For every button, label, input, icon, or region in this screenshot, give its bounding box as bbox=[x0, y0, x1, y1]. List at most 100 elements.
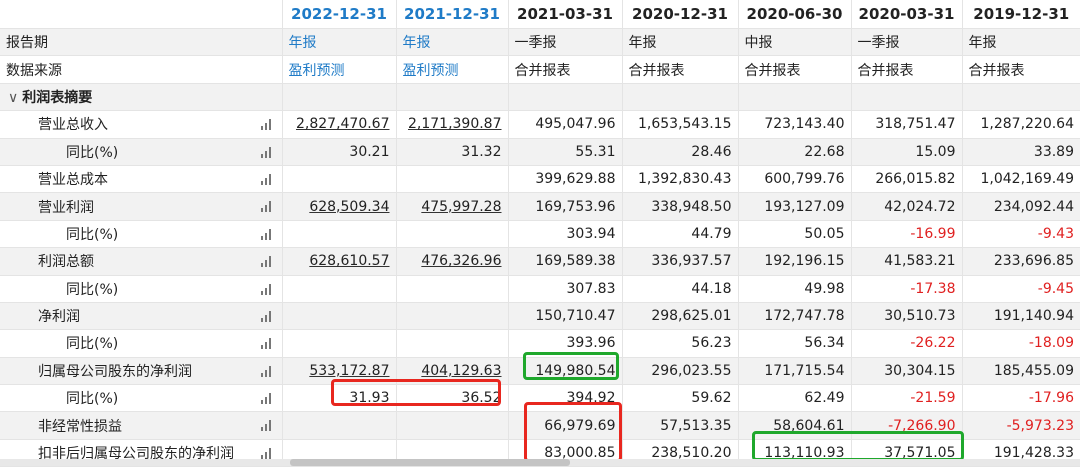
row-label-op_profit: 营业利润 bbox=[0, 192, 282, 221]
row-label-op_profit_yoy: 同比(%) bbox=[0, 220, 282, 249]
bar-chart-icon[interactable] bbox=[260, 201, 274, 213]
bar-chart-icon[interactable] bbox=[260, 447, 274, 459]
column-header-2020-06-30[interactable]: 2020-06-30 bbox=[737, 0, 851, 29]
row-report_period: 报告期 年报 年报 一季报 年报 中报 一季报 年报 bbox=[0, 28, 1080, 57]
cell-net_profit-2021-03-31: 150,710.47 bbox=[507, 302, 622, 331]
cell-net_profit-2022-12-31 bbox=[281, 302, 396, 331]
row-label-total_profit_yoy: 同比(%) bbox=[0, 275, 282, 303]
cell-net_profit-2020-06-30: 172,747.78 bbox=[737, 302, 851, 331]
cell-op_profit_yoy-2021-03-31: 303.94 bbox=[507, 220, 622, 249]
cell-total_cost-2021-12-31 bbox=[395, 165, 508, 194]
row-label-net_profit: 净利润 bbox=[0, 302, 282, 331]
bar-chart-icon[interactable] bbox=[260, 310, 274, 322]
row-label-text: 利润表摘要 bbox=[22, 89, 93, 106]
row-label-text: 同比(%) bbox=[66, 144, 119, 161]
cell-revenue_yoy-2020-12-31: 28.46 bbox=[621, 138, 738, 166]
cell-net_profit_yoy-2021-12-31 bbox=[395, 329, 508, 358]
cell-parent_np_yoy-2020-12-31: 59.62 bbox=[621, 384, 738, 413]
scrollbar-thumb[interactable] bbox=[290, 459, 570, 466]
cell-op_profit_yoy-2020-03-31: -16.99 bbox=[850, 220, 962, 249]
cell-total_profit_yoy-2020-12-31: 44.18 bbox=[621, 275, 738, 303]
row-total_profit: 利润总额 628,610.57 476,326.96 169,589.38 336,93… bbox=[0, 247, 1080, 276]
cell-total_profit_yoy-2020-03-31: -17.38 bbox=[850, 275, 962, 303]
row-label-text: 报告期 bbox=[6, 35, 48, 52]
column-header-2020-12-31[interactable]: 2020-12-31 bbox=[621, 0, 738, 29]
cell-total_profit-2021-03-31: 169,589.38 bbox=[507, 247, 622, 276]
cell-parent_np_yoy-2020-03-31: -21.59 bbox=[850, 384, 962, 413]
highlight-box-red-nonrecurring bbox=[524, 402, 622, 462]
cell-section-2021-12-31 bbox=[395, 83, 508, 112]
bar-chart-icon[interactable] bbox=[260, 393, 274, 405]
cell-total_cost-2021-03-31: 399,629.88 bbox=[507, 165, 622, 194]
cell-section-2020-06-30 bbox=[737, 83, 851, 112]
cell-revenue_yoy-2019-12-31: 33.89 bbox=[961, 138, 1080, 166]
row-label-parent_np_yoy: 同比(%) bbox=[0, 384, 282, 413]
row-label-non_recurring: 非经常性损益 bbox=[0, 411, 282, 440]
cell-section-2021-03-31 bbox=[507, 83, 622, 112]
bar-chart-icon[interactable] bbox=[260, 173, 274, 185]
row-total_cost: 营业总成本 399,629.88 1,392,830.43 600,799.76 266… bbox=[0, 165, 1080, 194]
cell-total_profit-2020-06-30: 192,196.15 bbox=[737, 247, 851, 276]
cell-data_source-2019-12-31: 合并报表 bbox=[961, 55, 1080, 84]
bar-chart-icon[interactable] bbox=[260, 283, 274, 295]
cell-op_profit_yoy-2020-06-30: 50.05 bbox=[737, 220, 851, 249]
column-header-2019-12-31[interactable]: 2019-12-31 bbox=[961, 0, 1080, 29]
bar-chart-icon[interactable] bbox=[260, 146, 274, 158]
cell-revenue-2021-12-31: 2,171,390.87 bbox=[395, 110, 508, 139]
row-label-data_source: 数据来源 bbox=[0, 55, 282, 84]
cell-net_profit_yoy-2019-12-31: -18.09 bbox=[961, 329, 1080, 358]
row-label-text: 同比(%) bbox=[66, 226, 119, 243]
cell-report_period-2020-12-31: 年报 bbox=[621, 28, 738, 57]
cell-revenue_yoy-2022-12-31: 30.21 bbox=[281, 138, 396, 166]
cell-total_profit-2020-12-31: 336,937.57 bbox=[621, 247, 738, 276]
chevron-down-icon[interactable]: ∨ bbox=[8, 90, 18, 106]
row-net_profit: 净利润 150,710.47 298,625.01 172,747.78 30,510.… bbox=[0, 302, 1080, 331]
cell-report_period-2020-06-30: 中报 bbox=[737, 28, 851, 57]
row-label-revenue: 营业总收入 bbox=[0, 110, 282, 139]
row-label-section[interactable]: ∨ 利润表摘要 bbox=[0, 83, 282, 112]
column-header-2020-03-31[interactable]: 2020-03-31 bbox=[850, 0, 962, 29]
highlight-box-green-deducted bbox=[752, 431, 964, 461]
row-label-text: 营业总成本 bbox=[38, 172, 108, 189]
row-label-total_profit: 利润总额 bbox=[0, 247, 282, 276]
row-label-text: 利润总额 bbox=[38, 254, 94, 271]
cell-total_profit_yoy-2021-03-31: 307.83 bbox=[507, 275, 622, 303]
cell-parent_np-2020-03-31: 30,304.15 bbox=[850, 357, 962, 386]
cell-op_profit-2021-03-31: 169,753.96 bbox=[507, 192, 622, 221]
bar-chart-icon[interactable] bbox=[260, 338, 274, 350]
bar-chart-icon[interactable] bbox=[260, 420, 274, 432]
column-header-2022-12-31[interactable]: 2022-12-31 bbox=[281, 0, 396, 29]
bar-chart-icon[interactable] bbox=[260, 365, 274, 377]
row-label-text: 同比(%) bbox=[66, 391, 119, 408]
cell-report_period-2019-12-31: 年报 bbox=[961, 28, 1080, 57]
bar-chart-icon[interactable] bbox=[260, 119, 274, 131]
cell-non_recurring-2020-12-31: 57,513.35 bbox=[621, 411, 738, 440]
cell-net_profit_yoy-2022-12-31 bbox=[281, 329, 396, 358]
cell-revenue-2020-12-31: 1,653,543.15 bbox=[621, 110, 738, 139]
cell-total_profit_yoy-2019-12-31: -9.45 bbox=[961, 275, 1080, 303]
cell-revenue_yoy-2021-12-31: 31.32 bbox=[395, 138, 508, 166]
cell-net_profit-2021-12-31 bbox=[395, 302, 508, 331]
column-header-2021-03-31[interactable]: 2021-03-31 bbox=[507, 0, 622, 29]
cell-op_profit-2019-12-31: 234,092.44 bbox=[961, 192, 1080, 221]
cell-total_profit_yoy-2022-12-31 bbox=[281, 275, 396, 303]
cell-op_profit-2020-03-31: 42,024.72 bbox=[850, 192, 962, 221]
row-section: ∨ 利润表摘要 bbox=[0, 83, 1080, 112]
cell-total_profit-2019-12-31: 233,696.85 bbox=[961, 247, 1080, 276]
row-label-text: 归属母公司股东的净利润 bbox=[38, 363, 192, 380]
horizontal-scrollbar[interactable] bbox=[0, 459, 1080, 466]
row-label-text: 非经常性损益 bbox=[38, 418, 122, 435]
cell-revenue-2022-12-31: 2,827,470.67 bbox=[281, 110, 396, 139]
cell-revenue-2020-06-30: 723,143.40 bbox=[737, 110, 851, 139]
row-revenue_yoy: 同比(%) 30.21 31.32 55.31 28.46 22.68 15.09 33.89 bbox=[0, 138, 1080, 166]
cell-net_profit-2020-12-31: 298,625.01 bbox=[621, 302, 738, 331]
column-header-2021-12-31[interactable]: 2021-12-31 bbox=[395, 0, 508, 29]
profit-table: 2022-12-31 2021-12-31 2021-03-31 2020-12-31… bbox=[0, 0, 1080, 467]
highlight-box-green-parent-np bbox=[523, 352, 619, 380]
cell-section-2019-12-31 bbox=[961, 83, 1080, 112]
cell-net_profit-2020-03-31: 30,510.73 bbox=[850, 302, 962, 331]
cell-op_profit_yoy-2020-12-31: 44.79 bbox=[621, 220, 738, 249]
bar-chart-icon[interactable] bbox=[260, 256, 274, 268]
cell-op_profit_yoy-2021-12-31 bbox=[395, 220, 508, 249]
bar-chart-icon[interactable] bbox=[260, 228, 274, 240]
